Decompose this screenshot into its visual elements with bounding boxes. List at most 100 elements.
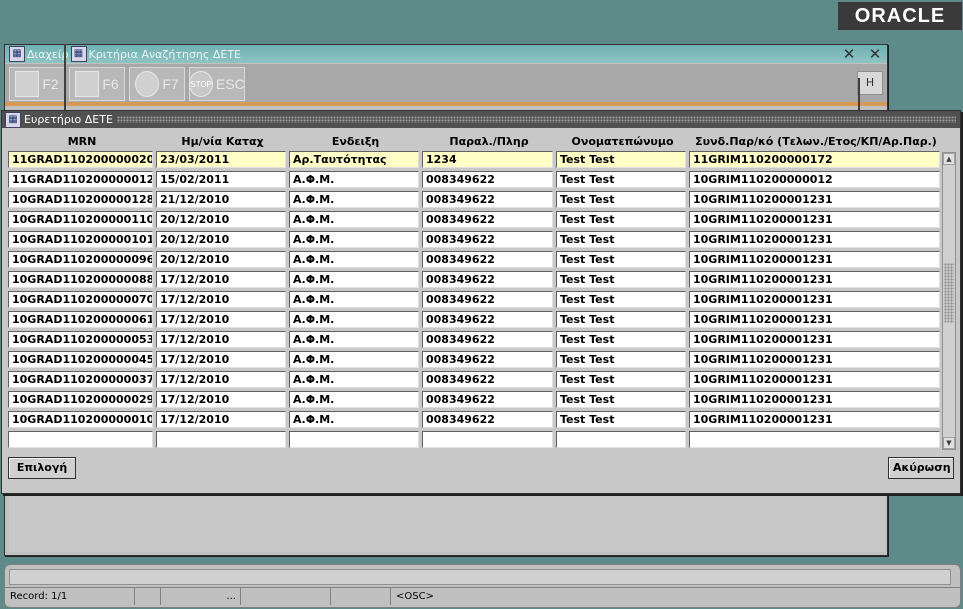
select-button[interactable]: Επιλογή	[8, 457, 76, 479]
table-cell[interactable]: 008349622	[422, 331, 553, 348]
table-cell[interactable]: 008349622	[422, 191, 553, 208]
table-row[interactable]: 10GRAD110200000070 17/12/2010 Α.Φ.Μ. 008349…	[8, 291, 943, 311]
table-cell[interactable]: 11GRAD110200000020	[8, 151, 153, 168]
table-cell[interactable]: 17/12/2010	[156, 311, 286, 328]
close-icon[interactable]: ✕	[867, 45, 883, 63]
table-row[interactable]: 10GRAD110200000029 17/12/2010 Α.Φ.Μ. 008349…	[8, 391, 943, 411]
table-cell[interactable]: 008349622	[422, 291, 553, 308]
table-cell[interactable]: 10GRAD110200000128	[8, 191, 153, 208]
table-cell[interactable]: 008349622	[422, 251, 553, 268]
table-cell[interactable]: 17/12/2010	[156, 371, 286, 388]
table-cell[interactable]: Test Test	[556, 171, 686, 188]
table-cell[interactable]: 17/12/2010	[156, 271, 286, 288]
table-cell[interactable]: 20/12/2010	[156, 211, 286, 228]
table-cell[interactable]: Test Test	[556, 311, 686, 328]
table-cell[interactable]: 10GRIM110200001231	[689, 211, 940, 228]
table-cell[interactable]: 10GRIM110200001231	[689, 411, 940, 428]
table-row[interactable]: 11GRAD110200000012 15/02/2011 Α.Φ.Μ. 008349…	[8, 171, 943, 191]
table-cell[interactable]: Test Test	[556, 371, 686, 388]
table-cell[interactable]: 23/03/2011	[156, 151, 286, 168]
table-cell[interactable]: 10GRIM110200001231	[689, 331, 940, 348]
table-cell[interactable]: 008349622	[422, 171, 553, 188]
table-row[interactable]: 10GRAD110200000088 17/12/2010 Α.Φ.Μ. 008349…	[8, 271, 943, 291]
table-cell[interactable]: 17/12/2010	[156, 411, 286, 428]
table-cell[interactable]: Α.Φ.Μ.	[289, 251, 419, 268]
table-cell[interactable]	[422, 431, 553, 448]
table-row[interactable]: 10GRAD110200000010 17/12/2010 Α.Φ.Μ. 008349…	[8, 411, 943, 431]
table-cell[interactable]: 10GRIM110200001231	[689, 311, 940, 328]
table-cell[interactable]: Α.Φ.Μ.	[289, 371, 419, 388]
table-cell[interactable]: 17/12/2010	[156, 351, 286, 368]
table-cell[interactable]: Test Test	[556, 151, 686, 168]
table-cell[interactable]: 1234	[422, 151, 553, 168]
table-cell[interactable]: 21/12/2010	[156, 191, 286, 208]
table-row[interactable]: 10GRAD110200000128 21/12/2010 Α.Φ.Μ. 008349…	[8, 191, 943, 211]
table-cell[interactable]: Α.Φ.Μ.	[289, 231, 419, 248]
table-cell[interactable]: Α.Φ.Μ.	[289, 271, 419, 288]
table-cell[interactable]: 20/12/2010	[156, 231, 286, 248]
table-cell[interactable]: 008349622	[422, 371, 553, 388]
table-cell[interactable]	[689, 431, 940, 448]
table-cell[interactable]: Test Test	[556, 211, 686, 228]
table-cell[interactable]: 008349622	[422, 231, 553, 248]
table-cell[interactable]: Test Test	[556, 351, 686, 368]
table-cell[interactable]: 11GRAD110200000012	[8, 171, 153, 188]
table-cell[interactable]: 10GRAD110200000045	[8, 351, 153, 368]
table-cell[interactable]: Test Test	[556, 291, 686, 308]
table-cell[interactable]: 10GRAD110200000096	[8, 251, 153, 268]
table-cell[interactable]: Αρ.Ταυτότητας	[289, 151, 419, 168]
table-row[interactable]: 10GRAD110200000096 20/12/2010 Α.Φ.Μ. 008349…	[8, 251, 943, 271]
window-tab-search-criteria[interactable]: ▦ Κριτήρια Αναζήτησης ΔΕΤΕ	[70, 46, 241, 62]
table-cell[interactable]: Test Test	[556, 411, 686, 428]
table-cell[interactable]: Test Test	[556, 231, 686, 248]
table-cell[interactable]: 10GRAD110200000088	[8, 271, 153, 288]
table-cell[interactable]: 17/12/2010	[156, 391, 286, 408]
table-cell[interactable]: Test Test	[556, 191, 686, 208]
table-cell[interactable]: 11GRIM110200000172	[689, 151, 940, 168]
scroll-up-icon[interactable]: ▲	[943, 153, 955, 165]
new-record-button[interactable]: F6	[69, 67, 125, 101]
table-cell[interactable]: 10GRAD110200000101	[8, 231, 153, 248]
table-cell[interactable]: Test Test	[556, 331, 686, 348]
table-row[interactable]: 10GRAD110200000037 17/12/2010 Α.Φ.Μ. 008349…	[8, 371, 943, 391]
table-cell[interactable]: 008349622	[422, 411, 553, 428]
table-cell[interactable]: 008349622	[422, 211, 553, 228]
table-cell[interactable]: 10GRIM110200001231	[689, 351, 940, 368]
table-cell[interactable]: 10GRIM110200001231	[689, 291, 940, 308]
table-cell[interactable]: 17/12/2010	[156, 291, 286, 308]
table-row[interactable]: 10GRAD110200000110 20/12/2010 Α.Φ.Μ. 008349…	[8, 211, 943, 231]
search-button[interactable]: F7	[129, 67, 185, 101]
table-cell[interactable]: Α.Φ.Μ.	[289, 351, 419, 368]
table-cell[interactable]: Α.Φ.Μ.	[289, 171, 419, 188]
table-cell[interactable]	[8, 431, 153, 448]
table-cell[interactable]: Α.Φ.Μ.	[289, 311, 419, 328]
table-cell[interactable]	[156, 431, 286, 448]
toolbar-field[interactable]: Η	[857, 71, 883, 95]
scroll-thumb[interactable]	[944, 263, 954, 323]
table-cell[interactable]: 10GRIM110200001231	[689, 271, 940, 288]
table-cell[interactable]: 10GRIM110200001231	[689, 231, 940, 248]
table-cell[interactable]: 008349622	[422, 271, 553, 288]
table-cell[interactable]: 10GRIM110200001231	[689, 251, 940, 268]
table-cell[interactable]: 10GRAD110200000070	[8, 291, 153, 308]
table-cell[interactable]: Α.Φ.Μ.	[289, 391, 419, 408]
table-cell[interactable]: Test Test	[556, 271, 686, 288]
table-row[interactable]: 10GRAD110200000045 17/12/2010 Α.Φ.Μ. 008349…	[8, 351, 943, 371]
table-cell[interactable]	[289, 431, 419, 448]
table-cell[interactable]: 20/12/2010	[156, 251, 286, 268]
table-row[interactable]: 10GRAD110200000061 17/12/2010 Α.Φ.Μ. 008349…	[8, 311, 943, 331]
vertical-scrollbar[interactable]: ▲ ▼	[942, 152, 956, 450]
table-row[interactable]: 11GRAD110200000020 23/03/2011 Αρ.Ταυτότητα…	[8, 151, 943, 171]
table-cell[interactable]: Α.Φ.Μ.	[289, 411, 419, 428]
table-cell[interactable]: 10GRAD110200000029	[8, 391, 153, 408]
table-row[interactable]: 10GRAD110200000053 17/12/2010 Α.Φ.Μ. 008349…	[8, 331, 943, 351]
table-cell[interactable]: Α.Φ.Μ.	[289, 191, 419, 208]
table-cell[interactable]: 008349622	[422, 351, 553, 368]
table-cell[interactable]: 17/12/2010	[156, 331, 286, 348]
table-cell[interactable]: 10GRIM110200001231	[689, 391, 940, 408]
table-cell[interactable]: 008349622	[422, 311, 553, 328]
table-cell[interactable]: 10GRIM110200001231	[689, 371, 940, 388]
table-cell[interactable]: 10GRAD110200000053	[8, 331, 153, 348]
stop-button[interactable]: STOP ESC	[189, 67, 245, 101]
table-cell[interactable]: Α.Φ.Μ.	[289, 211, 419, 228]
